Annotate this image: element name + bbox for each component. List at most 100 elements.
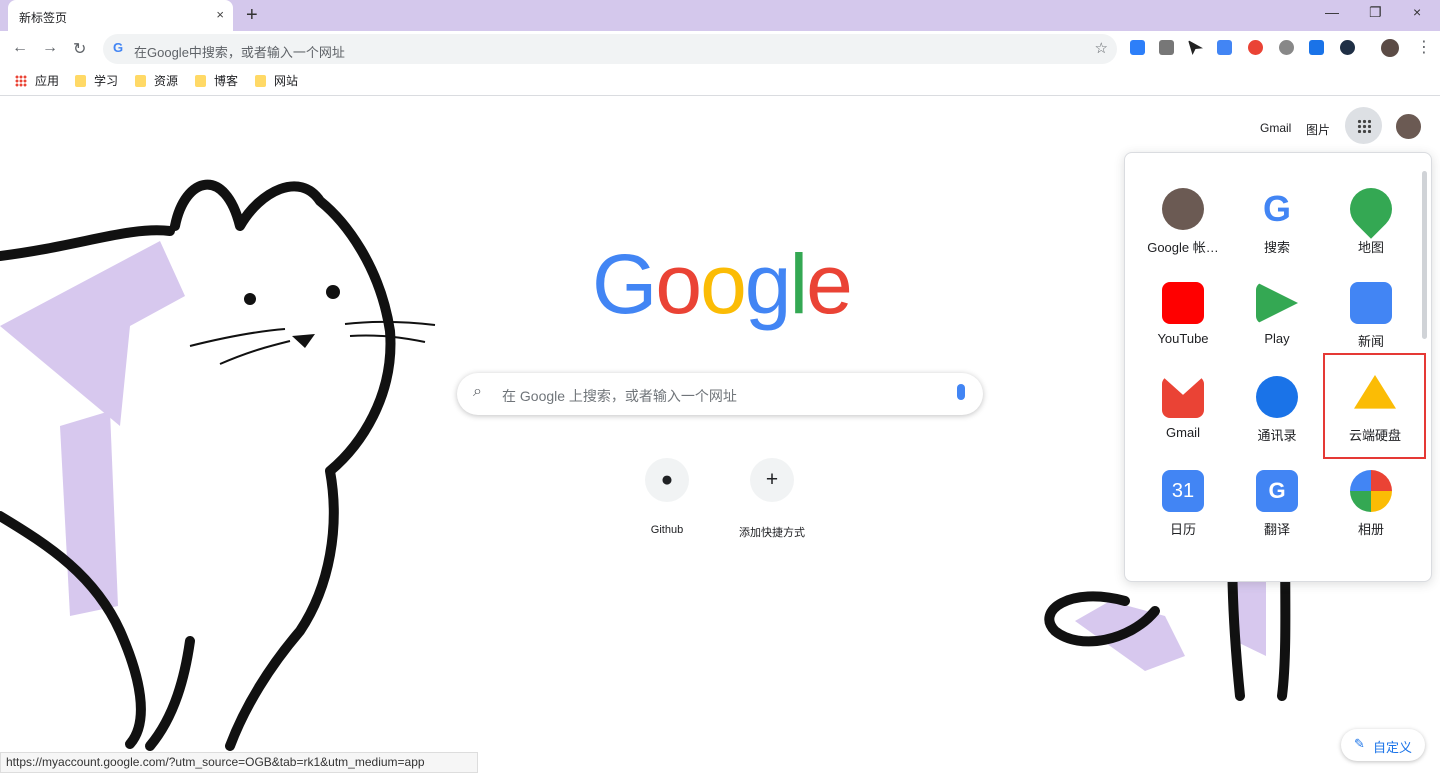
google-logo: Google [592,237,853,331]
pointer-extension-icon[interactable] [1188,40,1203,55]
calendar-icon: 31 [1162,470,1204,512]
translate-extension-icon[interactable] [1217,40,1232,55]
photos-icon [1350,470,1392,512]
more-menu-icon[interactable]: ⋮ [1416,37,1432,57]
app-drive[interactable]: 云端硬盘 [1323,353,1426,459]
download-icon[interactable] [1159,40,1174,55]
active-tab[interactable]: 新标签页 × [8,0,233,31]
app-label: 通讯录 [1257,428,1297,443]
panel-scrollbar[interactable] [1422,171,1427,339]
app-google-account[interactable]: Google 帐… [1139,177,1227,265]
minimize-icon[interactable]: — [1325,4,1339,20]
app-photos[interactable]: 相册 [1327,459,1415,547]
app-label: Gmail [1166,425,1200,440]
search-icon: ⌕ [473,383,482,400]
youtube-icon [1162,282,1204,324]
tab-strip: 新标签页 × + — ❐ × [0,0,1440,31]
shortcut-github[interactable]: ● Github [611,436,723,536]
bookmark-label: 学习 [94,74,119,88]
google-g-icon: G [113,40,124,55]
shortcut-label: Github [650,524,684,536]
github-icon: ● [645,458,689,502]
search-box[interactable]: ⌕ 在 Google 上搜索，或者输入一个网址 [457,373,983,415]
address-bar[interactable]: G 在Google中搜索，或者输入一个网址 ☆ [103,34,1117,64]
bookmark-resources[interactable]: 资源 [135,72,178,89]
app-contacts[interactable]: 通讯录 [1233,365,1321,453]
maps-icon [1341,179,1401,239]
app-label: Google 帐… [1147,240,1219,255]
app-calendar[interactable]: 31 日历 [1139,459,1227,547]
new-tab-page: Gmail 图片 Google ⌕ 在 Google 上搜索，或者输入一个网址 … [0,96,1440,773]
apps-grid-icon [15,75,27,87]
account-avatar[interactable] [1394,112,1423,141]
restore-icon[interactable]: ❐ [1369,4,1382,21]
bookmark-label: 资源 [154,74,179,88]
microphone-icon[interactable] [957,384,965,400]
play-icon [1256,282,1298,324]
hash-extension-icon[interactable] [1340,40,1355,55]
bookmark-label: 应用 [35,74,60,88]
bookmark-star-icon[interactable]: ☆ [1095,39,1108,57]
app-label: YouTube [1157,331,1209,346]
status-url: https://myaccount.google.com/?utm_source… [0,752,478,773]
contacts-icon [1256,376,1298,418]
images-link[interactable]: 图片 [1306,121,1330,138]
folder-icon [255,75,266,87]
bookmark-label: 博客 [214,74,239,88]
bookmarks-bar: 应用 学习 资源 博客 网站 [0,66,1440,96]
account-icon [1162,188,1204,230]
folder-icon [195,75,206,87]
bookmark-label: 网站 [274,74,299,88]
bookmark-apps[interactable]: 应用 [15,72,59,89]
app-label: 新闻 [1357,334,1384,349]
app-youtube[interactable]: YouTube [1139,271,1227,359]
app-label: 地图 [1357,240,1384,255]
reload-icon[interactable]: ↻ [73,39,86,59]
app-search[interactable]: G 搜索 [1233,177,1321,265]
extension-tab-icon[interactable] [1130,40,1145,55]
app-label: 云端硬盘 [1348,428,1401,443]
app-news[interactable]: 新闻 [1327,271,1415,359]
plus-icon: + [750,458,794,502]
google-apps-panel: Google 帐… G 搜索 地图 YouTube Play 新闻 Gmail 通… [1124,152,1432,582]
app-label: Play [1264,331,1290,346]
shortcut-label: 添加快捷方式 [739,527,805,539]
app-play[interactable]: Play [1233,271,1321,359]
app-translate[interactable]: G 翻译 [1233,459,1321,547]
app-maps[interactable]: 地图 [1327,177,1415,265]
translate-icon: G [1256,470,1298,512]
grid-extension-icon[interactable] [1309,40,1324,55]
forward-icon[interactable]: → [42,39,58,57]
address-placeholder: 在Google中搜索，或者输入一个网址 [134,45,345,60]
gmail-link[interactable]: Gmail [1260,121,1291,135]
customize-button[interactable]: ✎ 自定义 [1341,729,1425,761]
apps-launcher-icon [1357,119,1371,133]
app-label: 日历 [1169,522,1196,537]
bookmark-sites[interactable]: 网站 [255,72,298,89]
tab-title: 新标签页 [19,11,68,25]
app-label: 相册 [1357,522,1384,537]
bookmark-study[interactable]: 学习 [75,72,118,89]
pencil-icon: ✎ [1354,736,1365,751]
drive-icon [1354,375,1396,409]
app-label: 搜索 [1263,240,1290,255]
customize-label: 自定义 [1373,740,1413,755]
add-shortcut[interactable]: + 添加快捷方式 [716,436,828,539]
folder-icon [75,75,86,87]
search-placeholder: 在 Google 上搜索，或者输入一个网址 [502,388,737,404]
bookmark-blog[interactable]: 博客 [195,72,238,89]
close-tab-icon[interactable]: × [216,7,224,22]
google-apps-button[interactable] [1345,107,1382,144]
browser-toolbar: ← → ↻ G 在Google中搜索，或者输入一个网址 ☆ ⋮ [0,31,1440,66]
profile-avatar-icon[interactable] [1381,39,1399,57]
back-icon[interactable]: ← [12,39,28,57]
speed-extension-icon[interactable] [1279,40,1294,55]
news-icon [1350,282,1392,324]
window-close-icon[interactable]: × [1413,4,1421,20]
gmail-icon [1162,376,1204,418]
share-extension-icon[interactable] [1248,40,1263,55]
new-tab-plus-icon[interactable]: + [246,4,258,27]
app-gmail[interactable]: Gmail [1139,365,1227,453]
app-label: 翻译 [1263,522,1290,537]
google-search-icon: G [1262,188,1291,229]
